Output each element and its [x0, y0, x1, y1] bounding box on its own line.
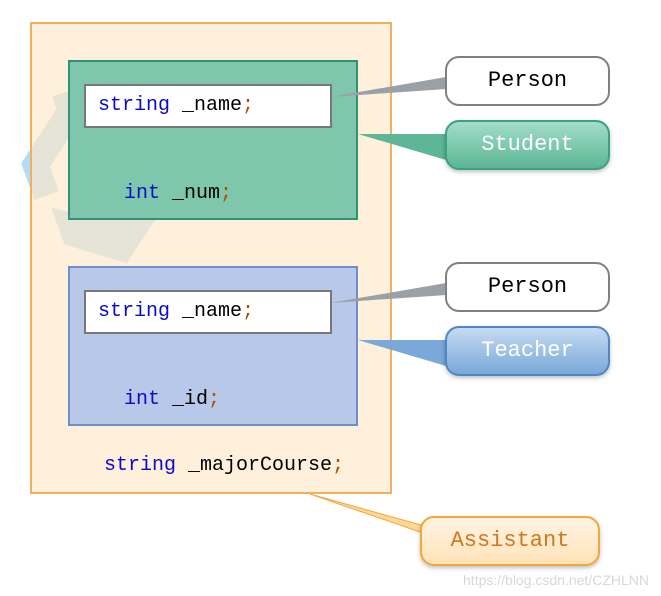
teacher-person-name-box: string _name;	[84, 290, 332, 334]
keyword-int: int	[124, 388, 160, 411]
label-person-bottom-text: Person	[488, 274, 567, 299]
label-student-text: Student	[481, 132, 573, 157]
keyword-string: string	[98, 300, 170, 323]
identifier-majorcourse: _majorCourse	[176, 454, 332, 477]
label-teacher-text: Teacher	[481, 338, 573, 363]
semicolon: ;	[220, 182, 232, 205]
identifier-num: _num	[160, 182, 220, 205]
label-student: Student	[445, 120, 610, 170]
keyword-string: string	[104, 454, 176, 477]
identifier-id: _id	[160, 388, 208, 411]
footer-watermark: https://blog.csdn.net/CZHLNN	[463, 572, 649, 588]
semicolon: ;	[208, 388, 220, 411]
identifier-name: _name	[170, 94, 242, 117]
student-person-name-box: string _name;	[84, 84, 332, 128]
student-subobject-box: string _name; int _num;	[68, 60, 358, 220]
assistant-object-box: string _name; int _num; string _name; in…	[30, 22, 392, 494]
identifier-name: _name	[170, 300, 242, 323]
label-assistant: Assistant	[420, 516, 600, 566]
semicolon: ;	[242, 300, 254, 323]
student-num-member: int _num;	[124, 182, 232, 205]
keyword-string: string	[98, 94, 170, 117]
teacher-id-member: int _id;	[124, 388, 220, 411]
label-person-top-text: Person	[488, 68, 567, 93]
keyword-int: int	[124, 182, 160, 205]
semicolon: ;	[332, 454, 344, 477]
label-person-top: Person	[445, 56, 610, 106]
semicolon: ;	[242, 94, 254, 117]
assistant-majorcourse-member: string _majorCourse;	[104, 454, 344, 477]
label-teacher: Teacher	[445, 326, 610, 376]
label-assistant-text: Assistant	[451, 528, 570, 553]
label-person-bottom: Person	[445, 262, 610, 312]
teacher-subobject-box: string _name; int _id;	[68, 266, 358, 426]
